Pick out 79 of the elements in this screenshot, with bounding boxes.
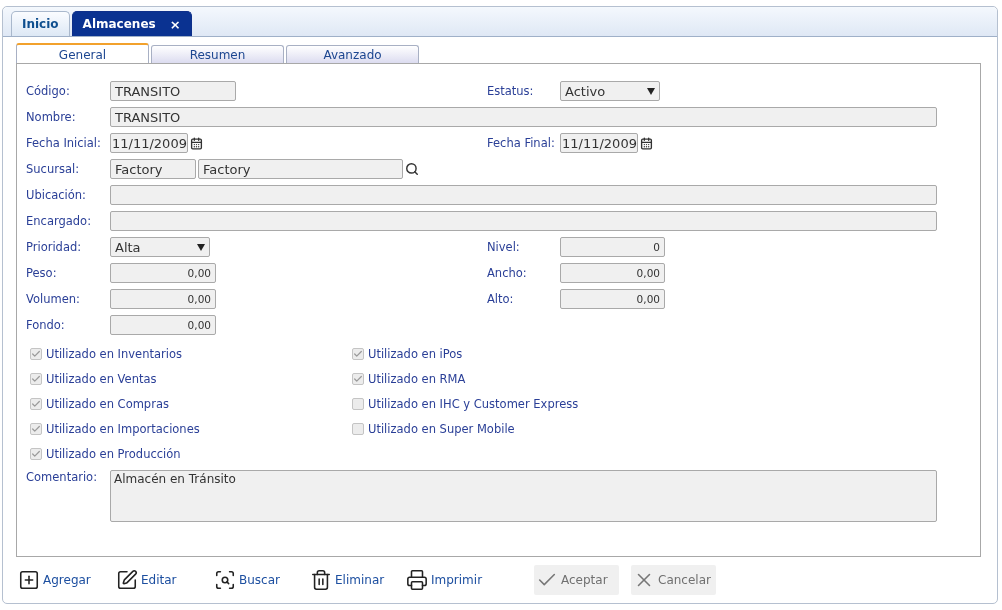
checkmark-icon (31, 424, 41, 434)
date-field[interactable]: 11/11/2009 (110, 133, 188, 153)
checkbox-label: Utilizado en Importaciones (46, 422, 200, 436)
print-icon (406, 569, 428, 591)
edit-icon (116, 569, 138, 591)
checkmark-icon (353, 374, 363, 384)
text-field[interactable] (110, 211, 937, 231)
close-icon[interactable]: × (169, 16, 181, 32)
checkbox[interactable] (30, 398, 42, 410)
field-label: Nombre: (26, 110, 77, 124)
toolbar-button[interactable]: Imprimir (404, 565, 522, 595)
checkbox[interactable] (352, 398, 364, 410)
tab[interactable]: General (16, 43, 149, 64)
delete-icon (310, 569, 332, 591)
checkbox-label: Utilizado en Compras (46, 397, 169, 411)
checkbox-label: Utilizado en iPos (368, 347, 463, 361)
toolbar-button[interactable]: Agregar (16, 565, 102, 595)
code-field[interactable]: Factory (110, 159, 196, 179)
checkbox[interactable] (30, 348, 42, 360)
checkbox[interactable] (30, 423, 42, 435)
search-icon (214, 569, 236, 591)
field-label: Estatus: (487, 84, 535, 98)
checkbox[interactable] (30, 373, 42, 385)
comment-field[interactable]: Almacén en Tránsito (110, 470, 937, 522)
calendar-icon[interactable] (190, 136, 203, 150)
date-field[interactable]: 11/11/2009 (560, 133, 638, 153)
checkbox-label: Utilizado en Producción (46, 447, 181, 461)
dropdown[interactable]: Activo (560, 81, 660, 101)
number-field[interactable]: 0,00 (110, 263, 216, 283)
caret-icon (647, 87, 655, 95)
toolbar-button[interactable]: Buscar (212, 565, 296, 595)
field-label: Fondo: (26, 318, 66, 332)
tab[interactable]: Resumen (151, 45, 284, 63)
field-label: Prioridad: (26, 240, 83, 254)
tab[interactable]: Avanzado (286, 45, 419, 63)
toolbar-button[interactable]: Eliminar (308, 565, 392, 595)
dropdown[interactable]: Alta (110, 237, 210, 257)
tab[interactable]: Inicio (11, 11, 70, 36)
checkbox-label: Utilizado en RMA (368, 372, 466, 386)
checkbox[interactable] (352, 423, 364, 435)
number-field[interactable]: 0,00 (110, 289, 216, 309)
search-icon[interactable] (405, 162, 419, 176)
field-label: Peso: (26, 266, 58, 280)
checkbox-label: Utilizado en Super Mobile (368, 422, 515, 436)
field-label: Comentario: (26, 470, 99, 486)
tab[interactable]: Almacenes × (71, 11, 192, 36)
field-label: Fecha Final: (487, 136, 556, 150)
text-field[interactable]: TRANSITO (110, 107, 937, 127)
field-label: Encargado: (26, 214, 92, 228)
checkmark-icon (31, 374, 41, 384)
number-field[interactable]: 0,00 (110, 315, 216, 335)
text-field[interactable]: TRANSITO (110, 81, 236, 101)
add-icon (18, 569, 40, 591)
checkmark-icon (31, 449, 41, 459)
field-label: Alto: (487, 292, 515, 306)
number-field[interactable]: 0 (560, 237, 665, 257)
checkmark-icon (31, 399, 41, 409)
name-field[interactable]: Factory (198, 159, 403, 179)
calendar-icon[interactable] (640, 136, 653, 150)
text-field[interactable] (110, 185, 937, 205)
field-label: Sucursal: (26, 162, 81, 176)
checkbox-label: Utilizado en IHC y Customer Express (368, 397, 579, 411)
checkbox[interactable] (352, 348, 364, 360)
number-field[interactable]: 0,00 (560, 289, 665, 309)
checkmark-icon (31, 349, 41, 359)
checkbox[interactable] (30, 448, 42, 460)
toolbar-button[interactable]: Editar (114, 565, 200, 595)
field-label: Ubicación: (26, 188, 87, 202)
field-label: Fecha Inicial: (26, 136, 102, 150)
checkbox-label: Utilizado en Ventas (46, 372, 157, 386)
caret-icon (197, 243, 205, 251)
field-label: Nivel: (487, 240, 521, 254)
checkbox-label: Utilizado en Inventarios (46, 347, 182, 361)
field-label: Código: (26, 84, 71, 98)
field-label: Volumen: (26, 292, 81, 306)
number-field[interactable]: 0,00 (560, 263, 665, 283)
field-label: Ancho: (487, 266, 528, 280)
checkbox[interactable] (352, 373, 364, 385)
checkmark-icon (353, 349, 363, 359)
